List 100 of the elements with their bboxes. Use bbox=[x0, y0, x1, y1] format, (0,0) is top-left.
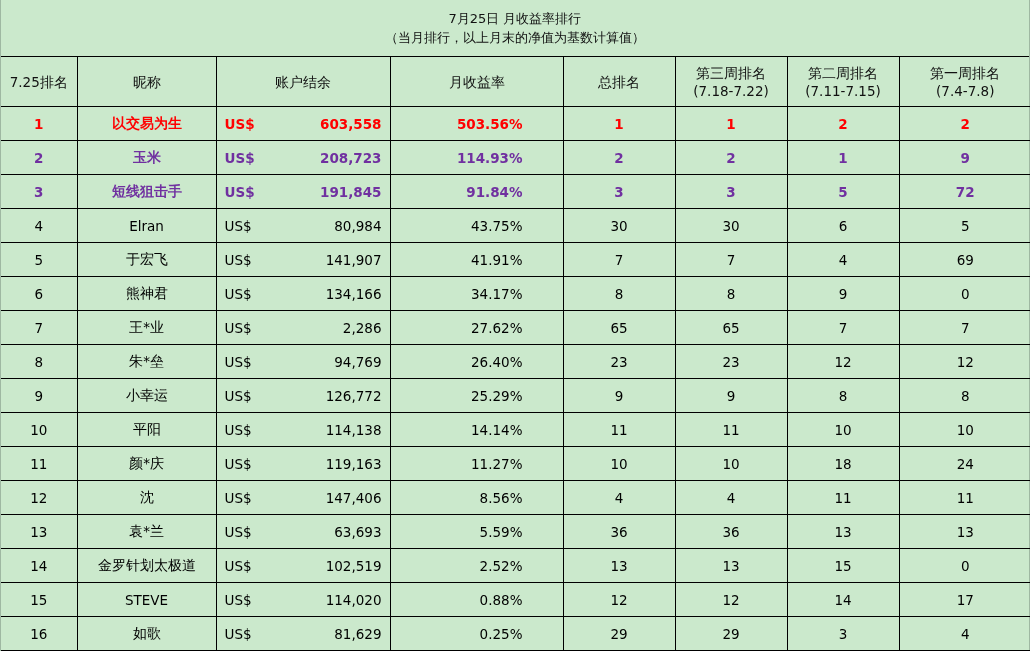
currency-label: US$ bbox=[224, 455, 252, 472]
total-rank-cell: 65 bbox=[563, 310, 675, 345]
week-rank-cell: 65 bbox=[675, 310, 787, 345]
balance-value: 114,020 bbox=[325, 591, 382, 608]
week-rank-cell: 10 bbox=[787, 412, 899, 447]
nickname-cell: 平阳 bbox=[77, 412, 216, 447]
balance-value: 81,629 bbox=[334, 625, 382, 642]
week-rank-cell: 2 bbox=[787, 106, 899, 141]
week-rank-cell: 10 bbox=[675, 446, 787, 481]
week-rank-cell: 12 bbox=[675, 582, 787, 617]
total-rank-cell: 10 bbox=[563, 446, 675, 481]
week-rank-cell: 30 bbox=[675, 208, 787, 243]
total-rank-cell: 23 bbox=[563, 344, 675, 379]
balance-value: 191,845 bbox=[320, 183, 382, 200]
week-rank-cell: 4 bbox=[787, 242, 899, 277]
return-cell: 25.29% bbox=[390, 378, 563, 413]
return-cell: 5.59% bbox=[390, 514, 563, 549]
column-header: 7.25排名 bbox=[1, 57, 77, 107]
return-cell: 14.14% bbox=[390, 412, 563, 447]
column-header: 总排名 bbox=[563, 57, 675, 107]
balance-value: 80,984 bbox=[334, 217, 382, 234]
balance-value: 63,693 bbox=[334, 523, 382, 540]
currency-label: US$ bbox=[224, 387, 252, 404]
week-rank-cell: 3 bbox=[787, 616, 899, 651]
total-rank-cell: 3 bbox=[563, 174, 675, 209]
total-rank-cell: 2 bbox=[563, 140, 675, 175]
rank-cell: 15 bbox=[1, 582, 77, 617]
total-rank-cell: 36 bbox=[563, 514, 675, 549]
currency-label: US$ bbox=[224, 319, 252, 336]
rank-cell: 11 bbox=[1, 446, 77, 481]
week-rank-cell: 13 bbox=[675, 548, 787, 583]
column-title: 第三周排名 bbox=[695, 63, 767, 82]
currency-label: US$ bbox=[224, 149, 255, 166]
currency-label: US$ bbox=[224, 285, 252, 302]
rank-cell: 10 bbox=[1, 412, 77, 447]
total-rank-cell: 30 bbox=[563, 208, 675, 243]
balance-value: 102,519 bbox=[325, 557, 382, 574]
rank-cell: 6 bbox=[1, 276, 77, 311]
week-rank-cell: 14 bbox=[787, 582, 899, 617]
rank-cell: 12 bbox=[1, 480, 77, 515]
week-rank-cell: 15 bbox=[787, 548, 899, 583]
column-title: 第一周排名 bbox=[929, 63, 1002, 82]
nickname-cell: 颜*庆 bbox=[77, 446, 216, 481]
week-rank-cell: 12 bbox=[787, 344, 899, 379]
column-header: 昵称 bbox=[77, 57, 216, 107]
rank-cell: 1 bbox=[1, 106, 77, 141]
return-cell: 34.17% bbox=[390, 276, 563, 311]
week-rank-cell: 5 bbox=[787, 174, 899, 209]
week-rank-cell: 8 bbox=[675, 276, 787, 311]
rank-cell: 7 bbox=[1, 310, 77, 345]
week-rank-cell: 2 bbox=[675, 140, 787, 175]
balance-value: 114,138 bbox=[325, 421, 382, 438]
total-rank-cell: 7 bbox=[563, 242, 675, 277]
balance-value: 141,907 bbox=[325, 251, 382, 268]
rank-cell: 3 bbox=[1, 174, 77, 209]
return-cell: 0.25% bbox=[390, 616, 563, 651]
week-rank-cell: 18 bbox=[787, 446, 899, 481]
return-cell: 2.52% bbox=[390, 548, 563, 583]
column-date-range: (7.11-7.15) bbox=[804, 81, 882, 100]
rank-cell: 13 bbox=[1, 514, 77, 549]
return-cell: 43.75% bbox=[390, 208, 563, 243]
week-rank-cell: 7 bbox=[675, 242, 787, 277]
nickname-cell: 沈 bbox=[77, 480, 216, 515]
total-rank-cell: 29 bbox=[563, 616, 675, 651]
week-rank-cell: 29 bbox=[675, 616, 787, 651]
rank-cell: 5 bbox=[1, 242, 77, 277]
rank-cell: 4 bbox=[1, 208, 77, 243]
column-title: 第二周排名 bbox=[807, 63, 879, 82]
week-rank-cell: 11 bbox=[675, 412, 787, 447]
total-rank-cell: 1 bbox=[563, 106, 675, 141]
return-cell: 114.93% bbox=[390, 140, 563, 175]
nickname-cell: Elran bbox=[77, 208, 216, 243]
balance-value: 94,769 bbox=[334, 353, 382, 370]
return-cell: 11.27% bbox=[390, 446, 563, 481]
column-date-range: (7.18-7.22) bbox=[692, 81, 770, 100]
total-rank-cell: 12 bbox=[563, 582, 675, 617]
currency-label: US$ bbox=[224, 217, 252, 234]
week-rank-cell: 1 bbox=[787, 140, 899, 175]
return-cell: 0.88% bbox=[390, 582, 563, 617]
nickname-cell: 短线狙击手 bbox=[77, 174, 216, 209]
currency-label: US$ bbox=[224, 557, 252, 574]
currency-label: US$ bbox=[224, 183, 255, 200]
currency-label: US$ bbox=[224, 353, 252, 370]
nickname-cell: STEVE bbox=[77, 582, 216, 617]
week-rank-cell: 11 bbox=[787, 480, 899, 515]
rank-cell: 14 bbox=[1, 548, 77, 583]
total-rank-cell: 8 bbox=[563, 276, 675, 311]
nickname-cell: 以交易为生 bbox=[77, 106, 216, 141]
week-rank-cell: 7 bbox=[787, 310, 899, 345]
return-cell: 503.56% bbox=[390, 106, 563, 141]
return-cell: 8.56% bbox=[390, 480, 563, 515]
week-rank-cell: 23 bbox=[675, 344, 787, 379]
currency-label: US$ bbox=[224, 421, 252, 438]
balance-value: 147,406 bbox=[325, 489, 382, 506]
column-date-range: (7.4-7.8) bbox=[935, 81, 996, 100]
week-rank-cell: 6 bbox=[787, 208, 899, 243]
column-header: 月收益率 bbox=[390, 57, 563, 107]
balance-value: 2,286 bbox=[342, 319, 382, 336]
total-rank-cell: 4 bbox=[563, 480, 675, 515]
nickname-cell: 金罗针划太极道 bbox=[77, 548, 216, 583]
